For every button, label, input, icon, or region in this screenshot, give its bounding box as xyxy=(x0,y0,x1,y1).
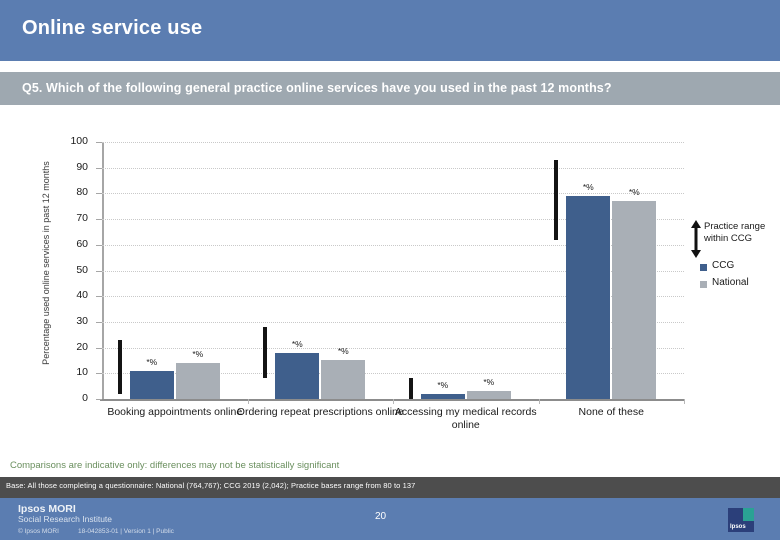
x-axis-tick xyxy=(247,399,249,404)
bar-data-label: *% xyxy=(291,338,303,349)
bar-data-label: *% xyxy=(483,377,495,388)
bar-data-label: *% xyxy=(582,181,594,192)
gridline xyxy=(102,167,684,169)
practice-range-bar xyxy=(408,378,413,399)
x-axis-category-label: Booking appointments online xyxy=(107,406,243,418)
legend-label-ccg: CCG xyxy=(712,260,735,271)
bar-national xyxy=(466,391,511,399)
y-axis-tick xyxy=(96,193,102,195)
ipsos-logo-mark xyxy=(743,508,754,521)
reference-text: 18-042853-01 | Version 1 | Public xyxy=(78,528,174,535)
practice-range-bar xyxy=(263,327,268,379)
x-axis-category-label: Accessing my medical records online xyxy=(394,406,537,431)
x-axis-tick xyxy=(393,399,394,404)
y-axis-tick xyxy=(96,347,102,349)
bar-national xyxy=(321,360,366,399)
y-axis-tick-label: 30 xyxy=(76,314,88,327)
plot-area: 0 10 20 30 40 50 60 70 80 90 100 *% *% Booking appoin… xyxy=(70,135,685,431)
bar-national xyxy=(175,363,220,399)
chart: Percentage used online services in past … xyxy=(0,110,780,450)
y-axis-tick xyxy=(96,219,102,221)
y-axis-tick-label: 80 xyxy=(76,186,88,199)
y-axis-tick-label: 20 xyxy=(76,340,88,353)
bar-ccg xyxy=(420,393,465,399)
bar-ccg xyxy=(566,195,611,399)
gridline xyxy=(102,142,684,143)
y-axis-tick xyxy=(96,373,102,375)
legend-swatch-national xyxy=(700,281,707,288)
bar-national xyxy=(612,201,657,399)
legend-item-ccg: CCG xyxy=(690,260,780,277)
ipsos-logo-word: Ipsos xyxy=(730,524,746,530)
bar-data-label: *% xyxy=(437,379,449,390)
slide-number: 20 xyxy=(375,511,387,522)
gridline xyxy=(102,193,684,195)
y-axis-tick xyxy=(96,142,102,143)
copyright-text: © Ipsos MORI xyxy=(18,528,59,535)
legend-practice-range-label: Practice range within CCG xyxy=(704,221,766,244)
chart-legend: Practice range within CCG CCG National xyxy=(690,218,780,294)
x-axis-tick xyxy=(538,399,540,404)
y-axis-tick xyxy=(96,244,102,246)
double-arrow-icon xyxy=(690,220,702,258)
page-title: Online service use xyxy=(22,17,203,39)
legend-label-national: National xyxy=(712,277,749,288)
y-axis-tick-label: 100 xyxy=(70,135,88,147)
y-axis-tick xyxy=(96,167,102,169)
y-axis-tick xyxy=(96,399,102,400)
practice-range-bar xyxy=(117,339,122,394)
y-axis-tick-label: 50 xyxy=(76,263,88,276)
legend-practice-range: Practice range within CCG xyxy=(690,218,780,260)
slide: Online service use Q5. Which of the foll… xyxy=(0,0,780,540)
y-axis-tick-label: 10 xyxy=(76,366,88,379)
y-axis-tick-label: 0 xyxy=(82,392,88,404)
bar-data-label: *% xyxy=(337,346,349,357)
y-axis-tick-label: 90 xyxy=(76,160,88,173)
bar-data-label: *% xyxy=(628,187,640,198)
base-text: Base: All those completing a questionnai… xyxy=(6,481,416,490)
y-axis-tick-label: 60 xyxy=(76,237,88,250)
x-axis-line xyxy=(100,399,684,401)
x-axis-tick xyxy=(684,399,685,404)
chart-note: Comparisons are indicative only: differe… xyxy=(10,460,340,471)
ipsos-logo-icon: Ipsos xyxy=(728,508,754,532)
y-axis-tick xyxy=(96,270,102,272)
y-axis-title: Percentage used online services in past … xyxy=(41,161,51,365)
question-text: Q5. Which of the following general pract… xyxy=(22,81,612,95)
x-axis-category-label: None of these xyxy=(578,406,644,418)
bar-data-label: *% xyxy=(192,349,204,360)
practice-range-bar xyxy=(554,159,559,240)
y-axis-tick xyxy=(96,321,102,323)
bar-ccg xyxy=(129,370,174,399)
brand-subtitle: Social Research Institute xyxy=(18,514,113,524)
y-axis-tick xyxy=(96,296,102,298)
legend-swatch-ccg xyxy=(700,264,707,271)
bar-data-label: *% xyxy=(146,356,158,367)
y-axis-tick-label: 40 xyxy=(76,289,88,302)
x-axis-category-label: Ordering repeat prescriptions online xyxy=(236,406,404,418)
legend-item-national: National xyxy=(690,277,780,294)
y-axis-tick-label: 70 xyxy=(76,212,88,225)
bar-ccg xyxy=(275,352,320,399)
